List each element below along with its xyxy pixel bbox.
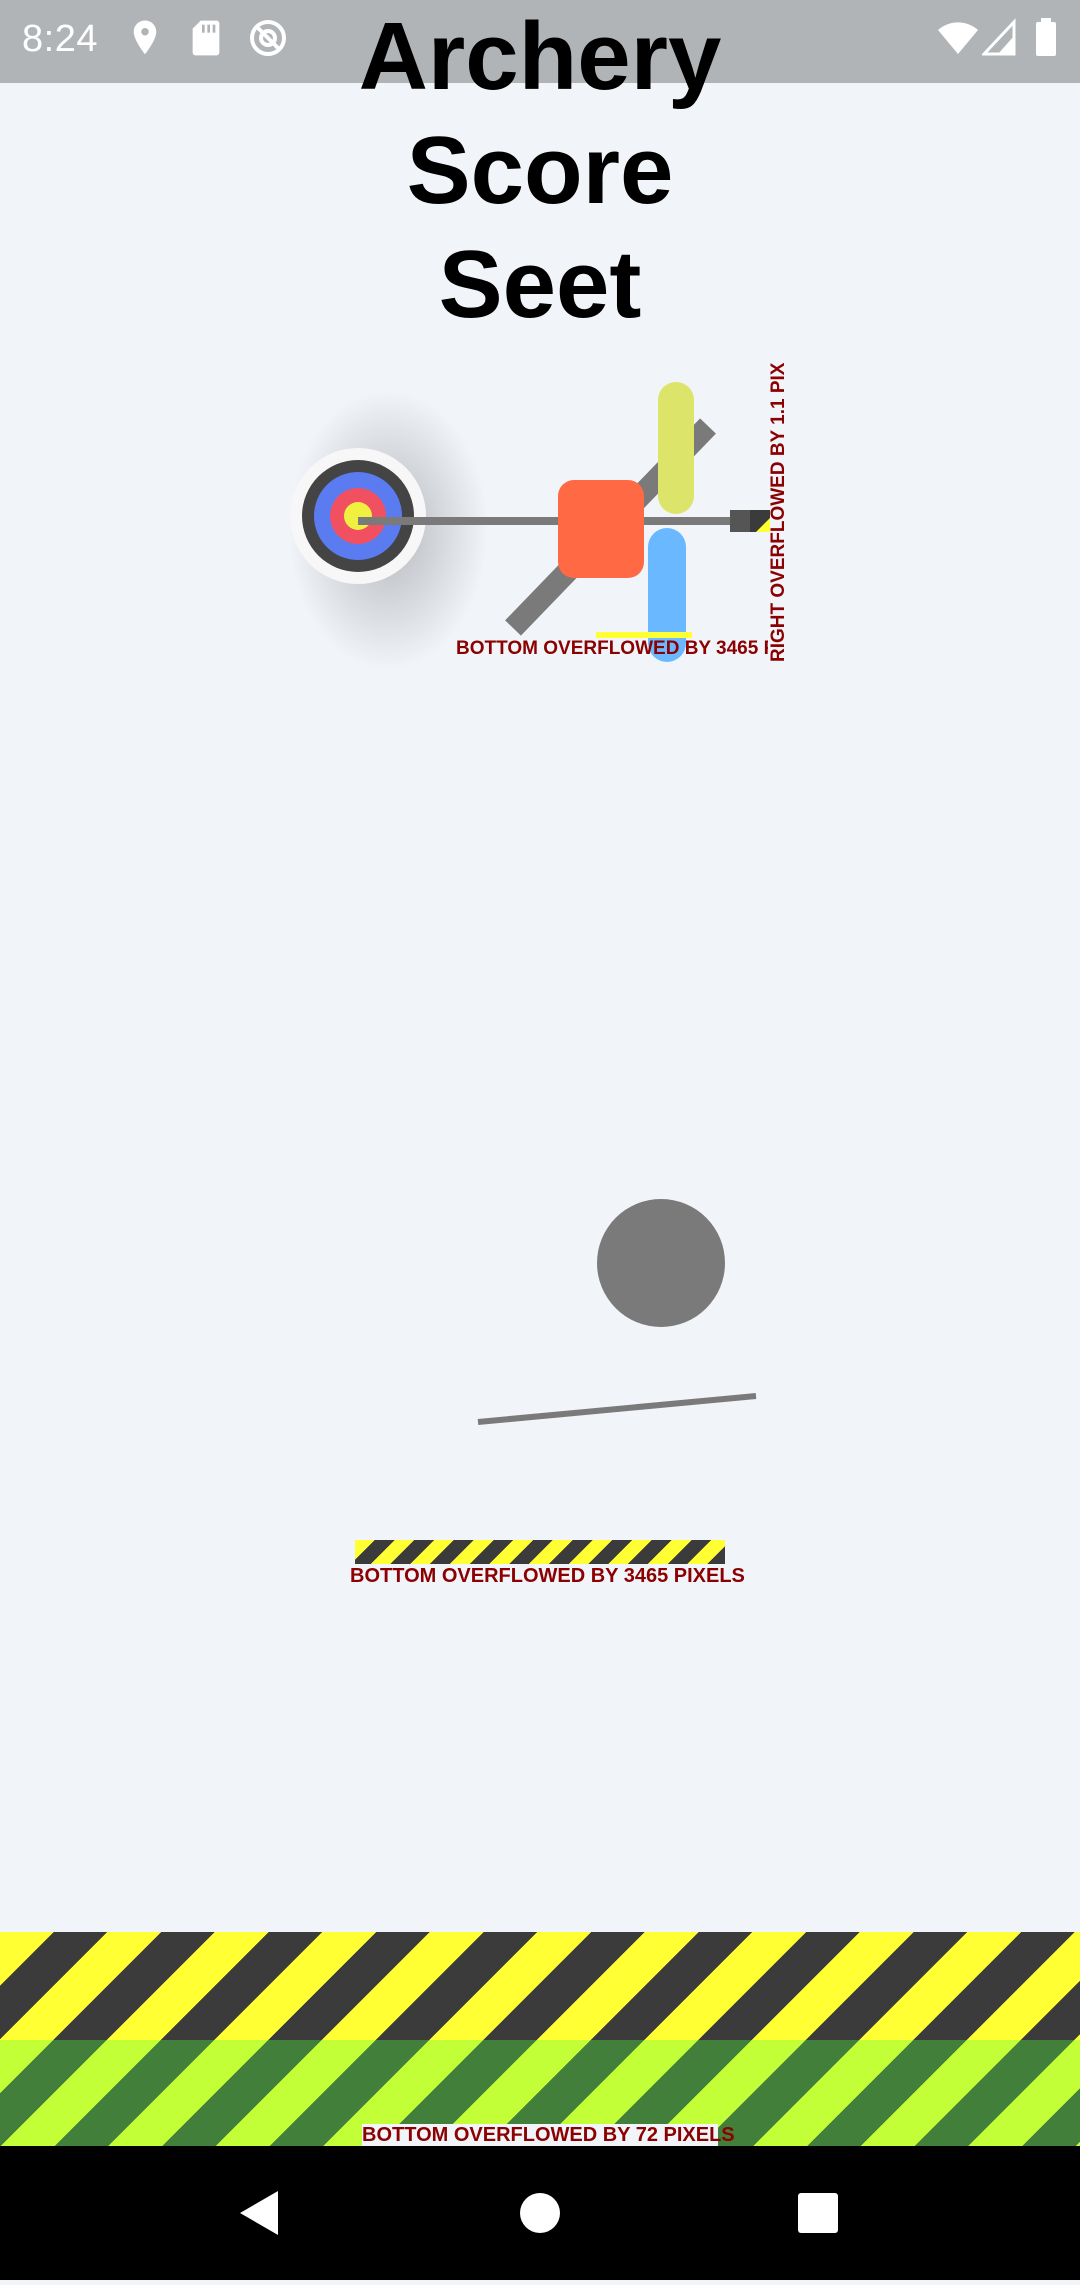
page-title: Archery Score Seet <box>0 0 1080 342</box>
back-button[interactable] <box>190 2146 330 2280</box>
yellow-pill <box>658 382 694 514</box>
arrow-tail <box>730 510 752 532</box>
overflow-label-bottom: BOTTOM OVERFLOWED BY 72 PIXELS <box>362 2124 735 2147</box>
target-icon <box>290 448 426 584</box>
arrow-fletching <box>750 510 770 532</box>
back-icon <box>240 2191 278 2235</box>
navigation-bar <box>0 2146 1080 2280</box>
home-button[interactable] <box>470 2146 610 2280</box>
title-line-1: Archery <box>358 3 722 110</box>
home-icon <box>520 2193 560 2233</box>
overflow-label-target-right: RIGHT OVERFLOWED BY 1.1 PIXELS <box>768 362 789 662</box>
ground-line <box>477 1393 757 1425</box>
recents-icon <box>798 2193 838 2233</box>
overflow-label-target-bottom: BOTTOM OVERFLOWED BY 3465 PIXELS <box>456 638 768 659</box>
arrow-shaft <box>358 517 738 525</box>
ball <box>597 1199 725 1327</box>
overflow-label-middle: BOTTOM OVERFLOWED BY 3465 PIXELS <box>350 1565 745 1587</box>
title-line-2: Score <box>406 117 674 224</box>
archery-illustration <box>288 382 770 670</box>
orange-square <box>558 480 644 578</box>
title-line-3: Seet <box>438 231 642 338</box>
recents-button[interactable] <box>748 2146 888 2280</box>
middle-overflow-stripe <box>355 1540 725 1564</box>
